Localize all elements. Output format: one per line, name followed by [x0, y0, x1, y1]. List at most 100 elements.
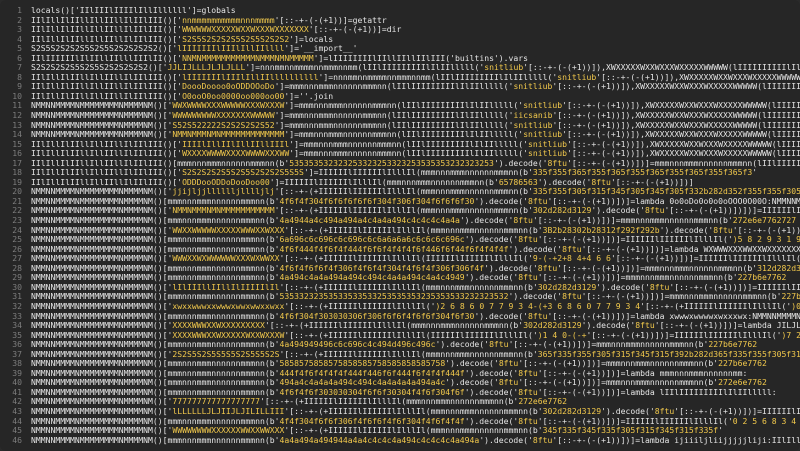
- code-text[interactable]: NMMNNMMMMNMMMMMMMMNMMMMNM()['WWWWWWWWXXX…: [31, 426, 800, 436]
- code-line[interactable]: 3 IIlIllIlIIllIllIIllIlIIlIII()['WWWWWWXX…: [0, 25, 800, 35]
- code-text[interactable]: IIlIllIlIIllIllIIllIlIIlIII()['ODDDooODD…: [31, 178, 800, 188]
- code-text[interactable]: NMMNNMMMMNMMMMMMMMNMMMMNM()['WWWXXWXWWWW…: [31, 254, 800, 264]
- code-text[interactable]: NMMNNMMMMNMMMMMMMMNMMMMNM()[mmmnnnmmmnnn…: [31, 235, 800, 245]
- code-line[interactable]: 42 NMMNNMMMMNMMMMMMMMNMMMMNM()['777777777…: [0, 397, 800, 407]
- string-token: snitliub: [513, 120, 553, 130]
- code-line[interactable]: 18 IIlIllIlIIllIllIIllIlIIlIII()['S2S2S2S…: [0, 168, 800, 178]
- code-line[interactable]: 27 NMMNNMMMMNMMMMMMMMNMMMMNM()['WWWXXWXWW…: [0, 254, 800, 264]
- code-line[interactable]: 34 NMMNNMMMMNMMMMMMMMNMMMMNM()['XXXXWWWXX…: [0, 320, 800, 331]
- code-text[interactable]: IIlIllIlIIllIllIIllIlIIlIII()['O0ooO0oo0…: [31, 92, 800, 102]
- code-text[interactable]: NMMNNMMMMNMMMMMMMMNMMMMNM()[mmmnnnmmmnnn…: [31, 216, 800, 226]
- code-text[interactable]: S2S2S2S2S5S2S5S2S2S2S2S2()['JJLIJLLLJLJL…: [31, 63, 800, 73]
- code-editor[interactable]: 1 locals()['IIlIIIlIIIIlIllIllllll']=glob…: [0, 0, 800, 451]
- code-text[interactable]: NMMNNMMMMNMMMMMMMMNMMMMNM()['77777777777…: [31, 397, 800, 407]
- code-text[interactable]: locals()['IIlIIIlIIIIlIllIllllll']=globa…: [31, 6, 800, 16]
- code-line[interactable]: 12 NMMNNMMMMNMMMMMMMMNMMMMNM()['WWWWWWWWW…: [0, 110, 800, 121]
- code-line[interactable]: 1 locals()['IIlIIIlIIIIlIllIllllll']=glob…: [0, 5, 800, 16]
- code-text[interactable]: NMMNNMMMMNMMMMMMMMNMMMMNM()[mmmnnnmmmnnn…: [31, 388, 800, 398]
- code-line[interactable]: 25 NMMNNMMMMNMMMMMMMMNMMMMNM()[mmmnnnmmmn…: [0, 235, 800, 245]
- code-line[interactable]: 43 NMMNNMMMMNMMMMMMMMNMMMMNM()['lLLLLLLJL…: [0, 406, 800, 417]
- code-text[interactable]: IIlIllIlIIllIllIIllIlIIlIII()['S2S2S2S2S…: [31, 168, 800, 178]
- code-text[interactable]: NMMNNMMMMNMMMMMMMMNMMMMNM()['S52S522222S…: [31, 121, 800, 131]
- code-line[interactable]: 45 NMMNNMMMMNMMMMMMMMNMMMMNM()['WWWWWWWWX…: [0, 426, 800, 436]
- code-text[interactable]: NMMNNMMMMNMMMMMMMMNMMMMNM()[mmmnnnmmmnnn…: [31, 273, 800, 283]
- code-line[interactable]: 11 NMMNNMMMMNMMMMMMMMNMMMMNM()['WWXWWWWXX…: [0, 101, 800, 111]
- code-line[interactable]: 28 NMMNNMMMMNMMMMMMMMNMMMMNM()[mmmnnnmmmn…: [0, 263, 800, 274]
- code-text[interactable]: NMMNNMMMMNMMMMMMMMNMMMMNM()['NMMNMMMNMNM…: [31, 130, 800, 140]
- code-line[interactable]: 2 IIlIllIlIIllIllIIllIlIIlIII()['nnmmmmmm…: [0, 15, 800, 26]
- code-text[interactable]: NMMNNMMMMNMMMMMMMMNMMMMNM()['NMMNMMMNMNM…: [31, 206, 800, 216]
- code-line[interactable]: 21 NMMNNMMMMNMMMMMMMMNMMMMNM()[mmmnnnmmmn…: [0, 196, 800, 207]
- code-text[interactable]: IIlIllIlIIllIllIIllIlIIlIII()['WWWWWWXXX…: [31, 25, 800, 35]
- code-line[interactable]: 44 NMMNNMMMMNMMMMMMMMNMMMMNM()[mmmnnnmmmn…: [0, 416, 800, 427]
- code-token: '[::-+-(-(+1))])]=mmmnnnmmmnnnnnnmmmnn(b…: [532, 216, 733, 226]
- code-text[interactable]: NMMNNMMMMNMMMMMMMMNMMMMNM()[mmmnnnmmmnnn…: [31, 378, 800, 388]
- code-token: '[::-+-(-(+1))])]=IIIIIIlIIIIIIlIlllIl(': [586, 330, 782, 340]
- code-text[interactable]: IIlIllIlIIllIllIIllIlIIlIII()['WXXXXWWWW…: [31, 149, 800, 159]
- string-token: NMMNMMMNMNMMMMMMMMMMM: [172, 206, 275, 216]
- code-line[interactable]: 31 NMMNNMMMMNMMMMMMMMNMMMMNM()[mmmnnnmmmn…: [0, 292, 800, 302]
- code-text[interactable]: NMMNNMMMMNMMMMMMMMNMMMMNM()[mmmnnnmmmnnn…: [31, 245, 800, 255]
- code-line[interactable]: 32 NMMNNMMMMNMMMMMMMMNMMMMNM()['xwxxwwwxx…: [0, 301, 800, 312]
- code-line[interactable]: 33 NMMNNMMMMNMMMMMMMMNMMMMNM()[mmmnnnmmmn…: [0, 311, 800, 322]
- code-line[interactable]: 10 IIlIllIlIIllIllIIllIlIIlIII()['O0ooO0o…: [0, 91, 800, 102]
- code-text[interactable]: NMMNNMMMMNMMMMMMMMNMMMMNM()[mmmnnnmmmnnn…: [31, 340, 800, 350]
- code-line[interactable]: 14 NMMNNMMMMNMMMMMMMMNMMMMNM()['NMMNMMMNM…: [0, 130, 800, 140]
- code-line[interactable]: 17 IIlIllIlIIllIllIIllIlIIlIII()[mmmnnnmm…: [0, 158, 800, 169]
- code-text[interactable]: IIlIllIlIIllIllIIllIlIIlIII()['IIIIlIllI…: [31, 140, 800, 150]
- code-text[interactable]: NMMNNMMMMNMMMMMMMMNMMMMNM()[mmmnnnmmmnnn…: [31, 264, 800, 274]
- code-text[interactable]: NMMNNMMMMNMMMMMMMMNMMMMNM()['xwxxwwwxxww…: [31, 302, 800, 312]
- code-text[interactable]: S2S5S2S2S2S5S2S5S2S2S2S2S2()['lIIIIIIIlI…: [31, 44, 800, 54]
- code-line[interactable]: 8 IIlIllIlIIllIllIIllIlIIlIII()['lIIIIIII…: [0, 72, 800, 83]
- code-text[interactable]: NMMNNMMMMNMMMMMMMMNMMMMNM()['2S2S5S2S5S5…: [31, 350, 800, 360]
- code-text[interactable]: NMMNNMMMMNMMMMMMMMNMMMMNM()[mmmnnnmmmnnn…: [31, 292, 800, 302]
- code-line[interactable]: 35 NMMNNMMMMNMMMMMMMMNMMMMNM()['XXXXWWWXX…: [0, 330, 800, 341]
- code-text[interactable]: NMMNNMMMMNMMMMMMMMNMMMMNM()['WWXXWWWWWXX…: [31, 226, 800, 236]
- code-text[interactable]: NMMNNMMMMNMMMMMMMMNMMMMNM()['lIlIIIllIIl…: [31, 283, 800, 293]
- code-text[interactable]: NMMNNMMMMNMMMMMMMMNMMMMNM()['jjijljjllll…: [31, 187, 800, 197]
- code-line[interactable]: 37 NMMNNMMMMNMMMMMMMMNMMMMNM()['2S2S5S2S5…: [0, 349, 800, 360]
- code-text[interactable]: NMMNNMMMMNMMMMMMMMNMMMMNM()[mmmnnnmmmnnn…: [31, 369, 800, 379]
- code-text[interactable]: NMMNNMMMMNMMMMMMMMNMMMMNM()[mmmnnnmmmnnn…: [31, 312, 800, 322]
- code-text[interactable]: NMMNNMMMMNMMMMMMMMNMMMMNM()['lLLLLLLJLJI…: [31, 407, 800, 417]
- code-line[interactable]: 16 IIlIllIlIIllIllIIllIlIIlIII()['WXXXXWW…: [0, 149, 800, 159]
- code-text[interactable]: NMMNNMMMMNMMMMMMMMNMMMMNM()[mmmnnnmmmnnn…: [31, 359, 800, 369]
- code-line[interactable]: 15 IIlIllIlIIllIllIIllIlIIlIII()['IIIIlIl…: [0, 139, 800, 150]
- code-text[interactable]: NMMNNMMMMNMMMMMMMMNMMMMNM()['XXXXWWWXXWX…: [31, 321, 800, 331]
- code-text[interactable]: NMMNNMMMMNMMMMMMMMNMMMMNM()[mmmnnnmmmnnn…: [31, 436, 800, 446]
- code-line[interactable]: 7 S2S2S2S2S5S2S5S2S2S2S2S2()['JJLIJLLLJLJ…: [0, 63, 800, 73]
- code-text[interactable]: NMMNNMMMMNMMMMMMMMNMMMMNM()['WWXWWWWXXXW…: [31, 101, 800, 111]
- code-line[interactable]: 46 NMMNNMMMMNMMMMMMMMNMMMMNM()[mmmnnnmmmn…: [0, 435, 800, 446]
- code-line[interactable]: 20 NMMNNMMMMNMMMMMMMMNMMMMNM()['jjijljjll…: [0, 187, 800, 197]
- code-text[interactable]: NMMNNMMMMNMMMMMMMMNMMMMNM()[mmmnnnmmmnnn…: [31, 417, 800, 427]
- code-line[interactable]: 22 NMMNNMMMMNMMMMMMMMNMMMMNM()['NMMNMMMNM…: [0, 206, 800, 216]
- code-line[interactable]: 5 S2S5S2S2S2S5S2S5S2S2S2S2S2()['lIIIIIIIl…: [0, 44, 800, 54]
- code-token: IIlIllIlIIllIllIIllIlIIlIII()[': [31, 139, 183, 149]
- code-text[interactable]: IIlIIIIIIlIlIIllIIlllIIIlII()['NNMNMMMMM…: [31, 54, 800, 64]
- code-token: '[::-+-(-(+1))]),XWXXXXXWXXWXXXWXXXXXWWW…: [596, 72, 800, 82]
- code-line[interactable]: 26 NMMNNMMMMNMMMMMMMMNMMMMNM()[mmmnnnmmmn…: [0, 244, 800, 255]
- string-token: 302d282d3129: [537, 282, 597, 292]
- code-line[interactable]: 29 NMMNNMMMMNMMMMMMMMNMMMMNM()[mmmnnnmmmn…: [0, 273, 800, 283]
- code-line[interactable]: 24 NMMNNMMMMNMMMMMMMMNMMMMNM()['WWXXWWWWW…: [0, 225, 800, 236]
- code-line[interactable]: 30 NMMNNMMMMNMMMMMMMMNMMMMNM()['lIlIIIllI…: [0, 282, 800, 293]
- code-text[interactable]: IIlIllIlIIllIllIIllIlIIlIII()['S2S5S2S2S…: [31, 35, 800, 45]
- code-line[interactable]: 9 IIlIllIlIIllIllIIllIlIIlIII()['DoooDooo…: [0, 82, 800, 92]
- code-line[interactable]: 39 NMMNNMMMMNMMMMMMMMNMMMMNM()[mmmnnnmmmn…: [0, 368, 800, 379]
- code-line[interactable]: 36 NMMNNMMMMNMMMMMMMMNMMMMNM()[mmmnnnmmmn…: [0, 340, 800, 350]
- code-text[interactable]: IIlIllIlIIllIllIIllIlIIlIII()['lIIIIIIIl…: [31, 73, 800, 83]
- code-line[interactable]: 13 NMMNNMMMMNMMMMMMMMNMMMMNM()['S52S52222…: [0, 120, 800, 131]
- code-line[interactable]: 23 NMMNNMMMMNMMMMMMMMNMMMMNM()[mmmnnnmmmn…: [0, 215, 800, 226]
- code-text[interactable]: NMMNNMMMMNMMMMMMMMNMMMMNM()[mmmnnnmmmnnn…: [31, 197, 800, 207]
- code-line[interactable]: 4 IIlIllIlIIllIllIIllIlIIlIII()['S2S5S2S2…: [0, 34, 800, 45]
- code-text[interactable]: NMMNNMMMMNMMMMMMMMNMMMMNM()['WWWWWWWWWXX…: [31, 111, 800, 121]
- code-text[interactable]: IIlIllIlIIllIllIIllIlIIlIII()[mmmnnnmmmn…: [31, 159, 800, 169]
- code-line[interactable]: 40 NMMNNMMMMNMMMMMMMMNMMMMNM()[mmmnnnmmmn…: [0, 378, 800, 388]
- code-line[interactable]: 6 IIlIIIIIIlIlIIllIIlllIIIlII()['NNMNMMMM…: [0, 53, 800, 64]
- code-text[interactable]: IIlIllIlIIllIllIIllIlIIlIII()['nnmmmmmmm…: [31, 16, 800, 26]
- code-text[interactable]: IIlIllIlIIllIllIIllIlIIlIII()['DoooDoooo…: [31, 82, 800, 92]
- code-line[interactable]: 41 NMMNNMMMMNMMMMMMMMNMMMMNM()[mmmnnnmmmn…: [0, 387, 800, 398]
- code-line[interactable]: 19 IIlIllIlIIllIllIIllIlIIlIII()['ODDDooO…: [0, 177, 800, 188]
- code-line[interactable]: 38 NMMNNMMMMNMMMMMMMMNMMMMNM()[mmmnnnmmmn…: [0, 359, 800, 369]
- code-text[interactable]: NMMNNMMMMNMMMMMMMMNMMMMNM()['XXXXWWWXXWX…: [31, 331, 800, 341]
